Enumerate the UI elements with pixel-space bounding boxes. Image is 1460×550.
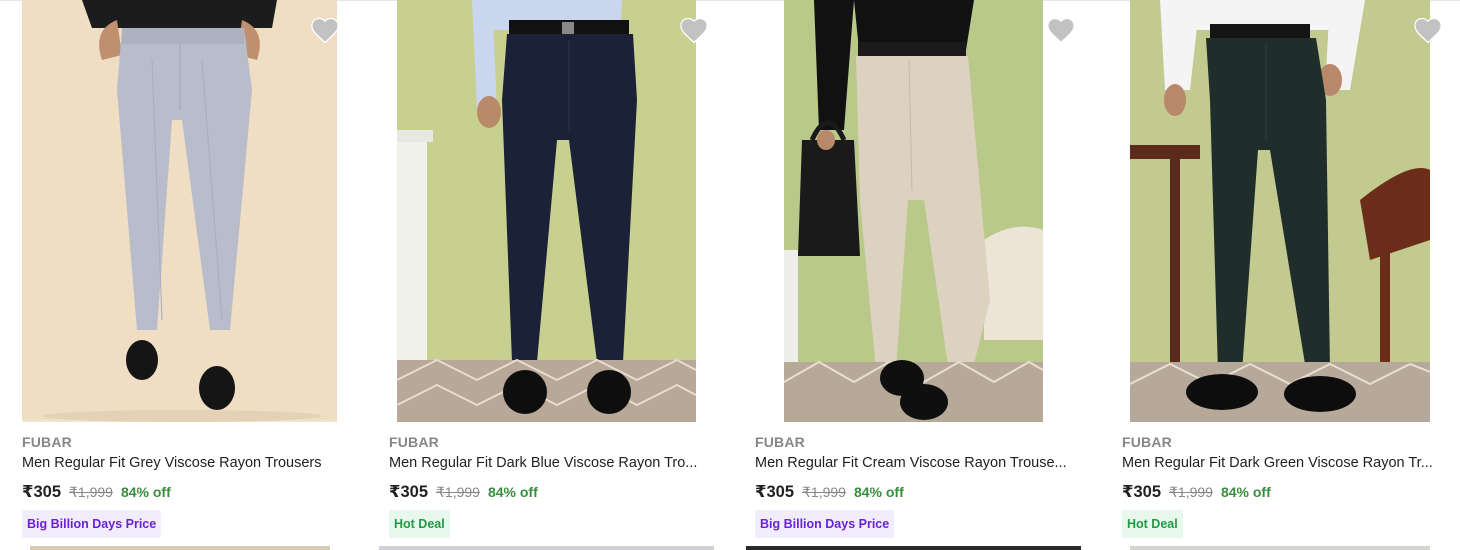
product-card[interactable]: FUBAR Men Regular Fit Grey Viscose Rayon…: [22, 0, 389, 550]
original-price: ₹1,999: [802, 484, 846, 500]
product-image[interactable]: [22, 0, 337, 422]
heart-icon[interactable]: [1413, 16, 1443, 44]
price-row: ₹305 ₹1,999 84% off: [389, 482, 538, 502]
discount-percent: 84% off: [120, 484, 171, 500]
price-row: ₹305 ₹1,999 84% off: [22, 482, 171, 502]
product-photo-cream-trousers: [784, 0, 1043, 422]
selling-price: ₹305: [755, 483, 795, 501]
discount-percent: 84% off: [487, 484, 538, 500]
product-title[interactable]: Men Regular Fit Dark Blue Viscose Rayon …: [389, 455, 709, 471]
deal-badge: Big Billion Days Price: [755, 510, 895, 538]
original-price: ₹1,999: [436, 484, 480, 500]
discount-percent: 84% off: [853, 484, 904, 500]
next-row-image[interactable]: [746, 546, 1081, 550]
brand-name: FUBAR: [389, 434, 439, 450]
next-row-image[interactable]: [1130, 546, 1430, 550]
product-title[interactable]: Men Regular Fit Cream Viscose Rayon Trou…: [755, 455, 1075, 471]
deal-badge: Big Billion Days Price: [22, 510, 162, 538]
product-photo-dark-blue-trousers: [397, 0, 696, 422]
product-card[interactable]: FUBAR Men Regular Fit Cream Viscose Rayo…: [755, 0, 1122, 550]
product-title[interactable]: Men Regular Fit Grey Viscose Rayon Trous…: [22, 455, 342, 471]
deal-badge: Hot Deal: [389, 510, 450, 538]
discount-percent: 84% off: [1220, 484, 1271, 500]
original-price: ₹1,999: [1169, 484, 1213, 500]
selling-price: ₹305: [22, 483, 62, 501]
product-card[interactable]: FUBAR Men Regular Fit Dark Blue Viscose …: [389, 0, 756, 550]
deal-badge: Hot Deal: [1122, 510, 1183, 538]
brand-name: FUBAR: [22, 434, 72, 450]
product-photo-dark-green-trousers: [1130, 0, 1430, 422]
price-row: ₹305 ₹1,999 84% off: [755, 482, 904, 502]
product-image[interactable]: [784, 0, 1043, 422]
product-image[interactable]: [397, 0, 696, 422]
brand-name: FUBAR: [1122, 434, 1172, 450]
heart-icon[interactable]: [1046, 16, 1076, 44]
heart-icon[interactable]: [679, 16, 709, 44]
next-row-image[interactable]: [30, 546, 330, 550]
product-title[interactable]: Men Regular Fit Dark Green Viscose Rayon…: [1122, 455, 1442, 471]
product-image[interactable]: [1130, 0, 1430, 422]
selling-price: ₹305: [389, 483, 429, 501]
product-photo-grey-trousers: [22, 0, 337, 422]
price-row: ₹305 ₹1,999 84% off: [1122, 482, 1271, 502]
original-price: ₹1,999: [69, 484, 113, 500]
next-row-image[interactable]: [379, 546, 714, 550]
heart-icon[interactable]: [310, 16, 340, 44]
selling-price: ₹305: [1122, 483, 1162, 501]
product-card[interactable]: FUBAR Men Regular Fit Dark Green Viscose…: [1122, 0, 1460, 550]
brand-name: FUBAR: [755, 434, 805, 450]
